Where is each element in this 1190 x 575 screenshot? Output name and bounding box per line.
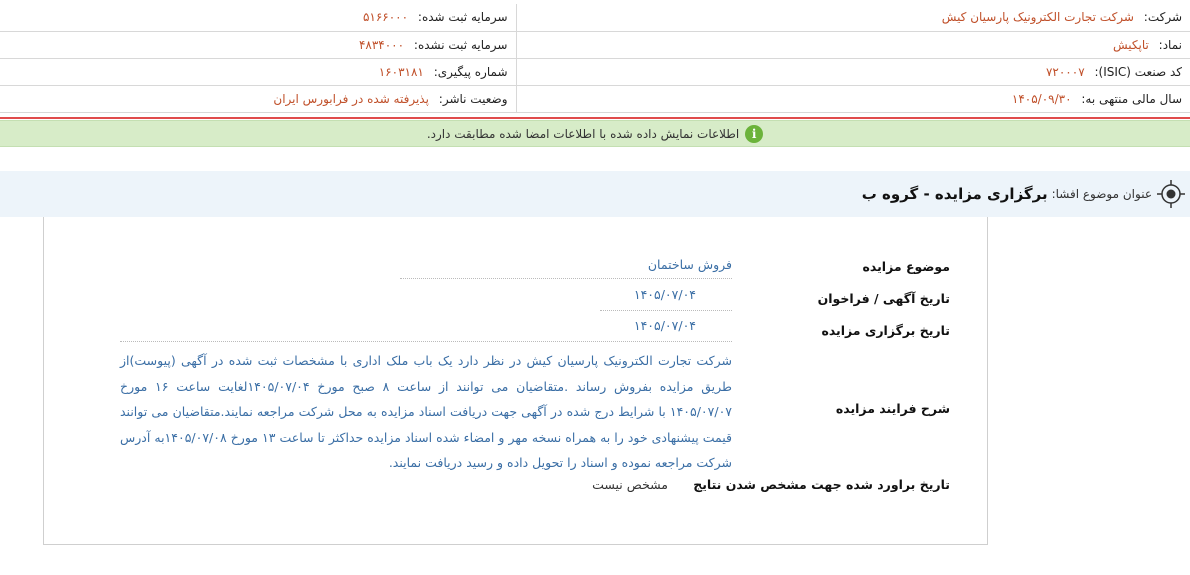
company-label: شرکت: [1143, 10, 1182, 25]
status-value: پذیرفته شده در فرابورس ایران [273, 91, 429, 106]
ad-date-value: ۱۴۰۵/۰۷/۰۴ [633, 287, 696, 302]
company-cell: شرکت: شرکت تجارت الکترونیک پارسیان کیش [515, 4, 1190, 32]
unreg-capital-value: ۴۸۳۴۰۰۰ [358, 37, 405, 52]
topic-underline [400, 278, 732, 279]
result-date-label: تاریخ براورد شده جهت مشخص شدن نتایج [693, 477, 950, 492]
reg-capital-cell: سرمایه ثبت شده: ۵۱۶۶۰۰۰ [0, 4, 516, 32]
reg-capital-value: ۵۱۶۶۰۰۰ [362, 10, 409, 25]
company-value: شرکت تجارت الکترونیک پارسیان کیش [941, 10, 1134, 25]
fiscal-label: سال مالی منتهی به: [1081, 91, 1182, 106]
company-info-table: شرکت: شرکت تجارت الکترونیک پارسیان کیش س… [0, 4, 1190, 113]
subject-label: عنوان موضوع افشا: [1051, 187, 1152, 201]
hold-date-label: تاریخ برگزاری مزایده [821, 323, 950, 338]
unreg-capital-label: سرمایه ثبت نشده: [413, 37, 508, 52]
subject-title: برگزاری مزایده - گروه ب [861, 185, 1048, 203]
fiscal-cell: سال مالی منتهی به: ۱۴۰۵/۰۹/۳۰ [515, 85, 1190, 113]
isic-label: کد صنعت (ISIC): [1094, 64, 1182, 79]
process-label: شرح فرایند مزایده [835, 401, 950, 416]
process-description: شرکت تجارت الکترونیک پارسیان کیش در نظر … [120, 353, 732, 470]
subject-bar: عنوان موضوع افشا: برگزاری مزایده - گروه … [0, 171, 1190, 217]
topic-label: موضوع مزایده [862, 259, 950, 274]
hold-date-value: ۱۴۰۵/۰۷/۰۴ [633, 318, 696, 333]
tracking-cell: شماره پیگیری: ۱۶۰۳۱۸۱ [0, 58, 516, 86]
topic-value: فروش ساختمان [647, 257, 732, 272]
isic-cell: کد صنعت (ISIC): ۷۲۰۰۰۷ [515, 58, 1190, 86]
notice-text: اطلاعات نمایش داده شده با اطلاعات امضا ش… [426, 126, 740, 141]
separator-line [0, 117, 1190, 119]
target-icon [1157, 180, 1185, 208]
status-cell: وضعیت ناشر: پذیرفته شده در فرابورس ایران [0, 85, 516, 113]
symbol-label: نماد: [1158, 37, 1182, 52]
hold-date-underline [120, 341, 732, 342]
verification-notice: i اطلاعات نمایش داده شده با اطلاعات امضا… [0, 120, 1190, 147]
tracking-value: ۱۶۰۳۱۸۱ [378, 64, 424, 79]
info-icon: i [745, 124, 764, 143]
symbol-cell: نماد: تاپکیش [515, 31, 1190, 59]
info-row: کد صنعت (ISIC): ۷۲۰۰۰۷ شماره پیگیری: ۱۶۰… [0, 58, 1190, 86]
symbol-value: تاپکیش [1112, 37, 1149, 52]
result-date-value: مشخص نیست [592, 477, 668, 492]
info-row: شرکت: شرکت تجارت الکترونیک پارسیان کیش س… [0, 4, 1190, 32]
tracking-label: شماره پیگیری: [433, 64, 508, 79]
ad-date-underline [600, 310, 732, 311]
fiscal-value: ۱۴۰۵/۰۹/۳۰ [1011, 91, 1072, 106]
info-row: نماد: تاپکیش سرمایه ثبت نشده: ۴۸۳۴۰۰۰ [0, 31, 1190, 59]
isic-value: ۷۲۰۰۰۷ [1045, 64, 1085, 79]
info-row: سال مالی منتهی به: ۱۴۰۵/۰۹/۳۰ وضعیت ناشر… [0, 85, 1190, 113]
unreg-capital-cell: سرمایه ثبت نشده: ۴۸۳۴۰۰۰ [0, 31, 516, 59]
status-label: وضعیت ناشر: [438, 91, 508, 106]
ad-date-label: تاریخ آگهی / فراخوان [817, 291, 950, 306]
reg-capital-label: سرمایه ثبت شده: [417, 10, 508, 25]
